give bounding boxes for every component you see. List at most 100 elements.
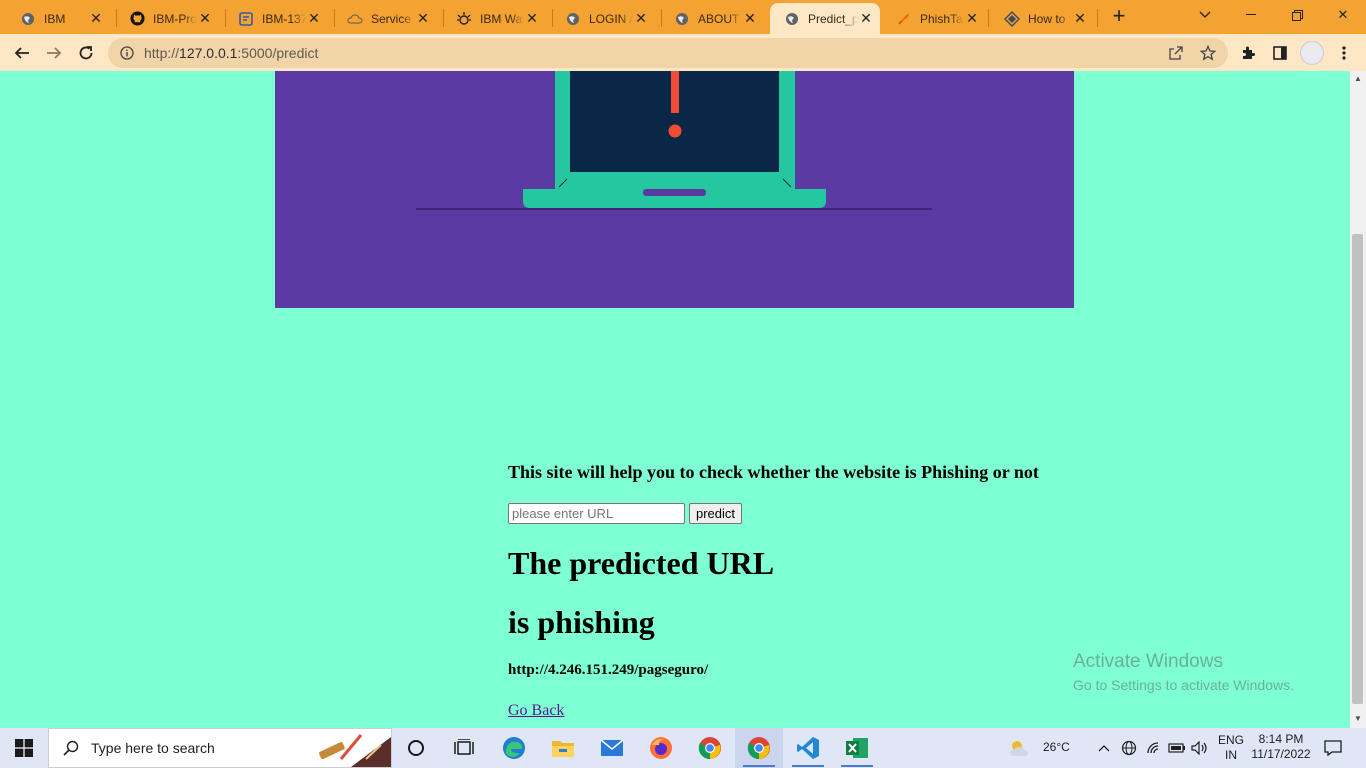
- tab-service[interactable]: Service D ✕: [333, 3, 437, 34]
- close-icon[interactable]: ✕: [415, 10, 431, 27]
- browser-toolbar: http://127.0.0.1:5000/predict: [0, 34, 1366, 72]
- result-url: http://4.246.151.249/pagseguro/: [508, 662, 709, 678]
- cloud-icon: [347, 11, 363, 27]
- close-icon[interactable]: ✕: [742, 10, 758, 27]
- tab-title: IBM-Pro: [153, 11, 197, 26]
- arrow-left-icon: [14, 47, 29, 59]
- globe-icon: [20, 11, 36, 27]
- globe-icon: [784, 11, 800, 27]
- tab-ibm[interactable]: IBM ✕: [6, 3, 110, 34]
- watson-icon: [456, 11, 472, 27]
- tab-how-to[interactable]: How to ✕: [990, 3, 1094, 34]
- minimize-button[interactable]: [1228, 0, 1274, 30]
- close-icon[interactable]: ✕: [1072, 10, 1088, 27]
- address-bar[interactable]: http://127.0.0.1:5000/predict: [108, 38, 1228, 68]
- battery-icon: [1168, 743, 1185, 753]
- cortana-icon: [408, 740, 424, 756]
- weather-cloudy-icon: [1010, 741, 1028, 756]
- tab-ibm-137[interactable]: IBM-137 ✕: [224, 3, 328, 34]
- language-indicator[interactable]: ENG IN: [1216, 733, 1246, 763]
- extensions-icon[interactable]: [1238, 43, 1258, 63]
- tray-network-globe[interactable]: [1118, 728, 1140, 768]
- clock-time: 8:14 PM: [1258, 732, 1304, 746]
- vscode-app[interactable]: [784, 728, 832, 768]
- tab-title: IBM: [44, 11, 66, 26]
- chrome-app[interactable]: [686, 728, 734, 768]
- tab-search-button[interactable]: [1182, 0, 1228, 30]
- tab-title: ABOUT P: [698, 11, 742, 26]
- scroll-up-arrow[interactable]: ▲: [1353, 74, 1363, 83]
- chevron-up-icon: [1098, 745, 1110, 752]
- start-button[interactable]: [0, 728, 48, 768]
- github-icon: [129, 11, 145, 27]
- go-back-link[interactable]: Go Back: [508, 702, 564, 720]
- url-input[interactable]: [508, 503, 685, 524]
- tab-github[interactable]: IBM-Pro ✕: [115, 3, 219, 34]
- search-placeholder: Type here to search: [91, 740, 215, 756]
- tab-about[interactable]: ABOUT P ✕: [660, 3, 764, 34]
- forward-button[interactable]: [40, 39, 68, 67]
- chrome-icon: [747, 737, 770, 760]
- side-panel-icon[interactable]: [1270, 43, 1290, 63]
- close-icon[interactable]: ✕: [306, 10, 322, 27]
- close-icon[interactable]: ✕: [858, 10, 874, 27]
- taskbar-search[interactable]: Type here to search: [48, 728, 392, 768]
- scrollbar-thumb[interactable]: [1352, 234, 1363, 704]
- restore-icon: [1291, 9, 1303, 21]
- reload-button[interactable]: [72, 39, 100, 67]
- laptop-warning-illustration: [416, 71, 932, 210]
- search-icon: [63, 740, 79, 756]
- hero-illustration: [275, 71, 1074, 308]
- page-content: This site will help you to check whether…: [0, 71, 1350, 728]
- speaker-icon: [1191, 741, 1207, 755]
- info-icon[interactable]: [120, 46, 134, 60]
- excel-app[interactable]: [833, 728, 881, 768]
- close-icon[interactable]: ✕: [524, 10, 540, 27]
- tab-title: IBM-137: [262, 11, 306, 26]
- tray-volume[interactable]: [1189, 728, 1211, 768]
- language-code: ENG: [1217, 733, 1244, 747]
- globe-icon: [674, 11, 690, 27]
- tab-predict[interactable]: Predict_p ✕: [770, 3, 880, 34]
- file-explorer-app[interactable]: [539, 728, 587, 768]
- tab-phishtank[interactable]: PhishTan ✕: [882, 3, 986, 34]
- close-icon[interactable]: ✕: [964, 10, 980, 27]
- close-window-button[interactable]: ✕: [1320, 0, 1366, 30]
- tab-login[interactable]: LOGIN A ✕: [551, 3, 655, 34]
- mail-app[interactable]: [588, 728, 636, 768]
- tab-ibm-watson[interactable]: IBM Wat ✕: [442, 3, 546, 34]
- close-icon[interactable]: ✕: [88, 10, 104, 27]
- predict-button[interactable]: predict: [689, 503, 743, 524]
- clock[interactable]: 8:14 PM 11/17/2022: [1250, 732, 1312, 762]
- tab-title: PhishTan: [920, 11, 964, 26]
- edge-app[interactable]: [490, 728, 538, 768]
- back-button[interactable]: [8, 39, 36, 67]
- close-icon: ✕: [1337, 7, 1349, 22]
- notification-button[interactable]: [1320, 728, 1346, 768]
- firefox-app[interactable]: [637, 728, 685, 768]
- restore-button[interactable]: [1274, 0, 1320, 30]
- globe-tray-icon: [1121, 740, 1137, 756]
- tray-battery[interactable]: [1166, 728, 1188, 768]
- weather-widget[interactable]: [1000, 728, 1040, 768]
- bookmark-star-icon[interactable]: [1198, 43, 1218, 63]
- result-heading-line1: The predicted URL: [508, 545, 775, 581]
- firefox-icon: [650, 737, 672, 759]
- task-view-button[interactable]: [440, 728, 488, 768]
- page-heading: This site will help you to check whether…: [508, 462, 1039, 482]
- windows-logo-icon: [15, 739, 33, 757]
- chrome-app-active[interactable]: [735, 728, 783, 768]
- docs-icon: [238, 11, 254, 27]
- excel-icon: [846, 738, 868, 758]
- cortana-button[interactable]: [392, 728, 440, 768]
- new-tab-button[interactable]: +: [1108, 5, 1130, 28]
- profile-avatar[interactable]: [1300, 41, 1324, 65]
- close-icon[interactable]: ✕: [197, 10, 213, 27]
- tray-overflow-button[interactable]: [1094, 728, 1114, 768]
- page-scrollbar[interactable]: ▲ ▼: [1350, 71, 1366, 728]
- scroll-down-arrow[interactable]: ▼: [1353, 714, 1363, 723]
- tray-wifi[interactable]: [1143, 728, 1165, 768]
- share-icon[interactable]: [1166, 43, 1186, 63]
- close-icon[interactable]: ✕: [633, 10, 649, 27]
- menu-kebab-icon[interactable]: [1334, 43, 1354, 63]
